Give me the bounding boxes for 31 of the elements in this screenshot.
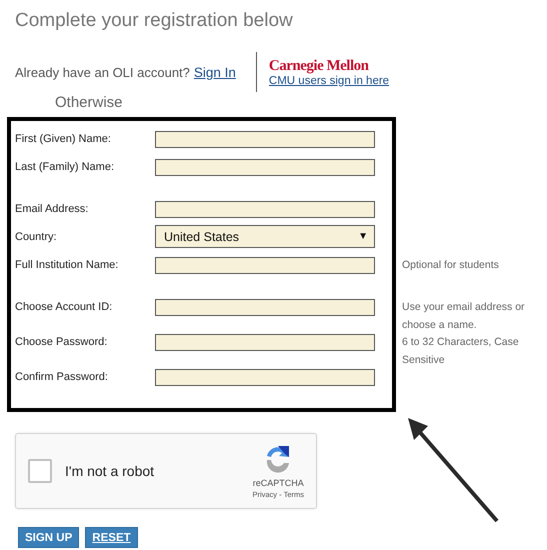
field-hint: Optional for students [402, 258, 500, 273]
cmu-sign-in-link[interactable]: CMU users sign in here [268, 74, 390, 86]
field-hint: Use your email address or choose a name. [402, 300, 526, 333]
field-label: Email Address: [15, 202, 90, 215]
caret-icon: ▼ [358, 231, 368, 242]
captcha-label: I'm not a robot [65, 463, 154, 479]
text-field[interactable] [155, 159, 375, 176]
otherwise-heading: Otherwise [55, 94, 124, 111]
country-select[interactable]: United States ▼ [155, 225, 375, 248]
text-field[interactable] [155, 201, 375, 218]
field-hint: 6 to 32 Characters, Case Sensitive [402, 335, 520, 368]
field-label: Choose Account ID: [15, 300, 114, 313]
text-field[interactable] [155, 257, 375, 274]
field-label: Full Institution Name: [15, 258, 120, 271]
password-field[interactable] [155, 369, 375, 386]
sign-in-link[interactable]: Sign In [194, 64, 236, 80]
field-label: Last (Family) Name: [15, 160, 116, 173]
field-label: Country: [15, 230, 58, 243]
recaptcha-brand: reCAPTCHA [252, 478, 304, 488]
field-label: Confirm Password: [15, 370, 109, 383]
signin-prompt: Already have an OLI account? [15, 64, 190, 80]
password-field[interactable] [155, 334, 375, 351]
captcha-checkbox[interactable] [28, 459, 52, 483]
field-label: First (Given) Name: [15, 132, 112, 145]
cmu-logo: Carnegie Mellon [268, 58, 370, 74]
reset-button[interactable]: RESET [85, 527, 138, 548]
text-field[interactable] [155, 131, 375, 148]
page-title: Complete your registration below [14, 9, 294, 32]
sign-up-button[interactable]: SIGN UP [18, 527, 80, 548]
field-label: Choose Password: [15, 335, 108, 348]
text-field[interactable] [155, 299, 375, 316]
